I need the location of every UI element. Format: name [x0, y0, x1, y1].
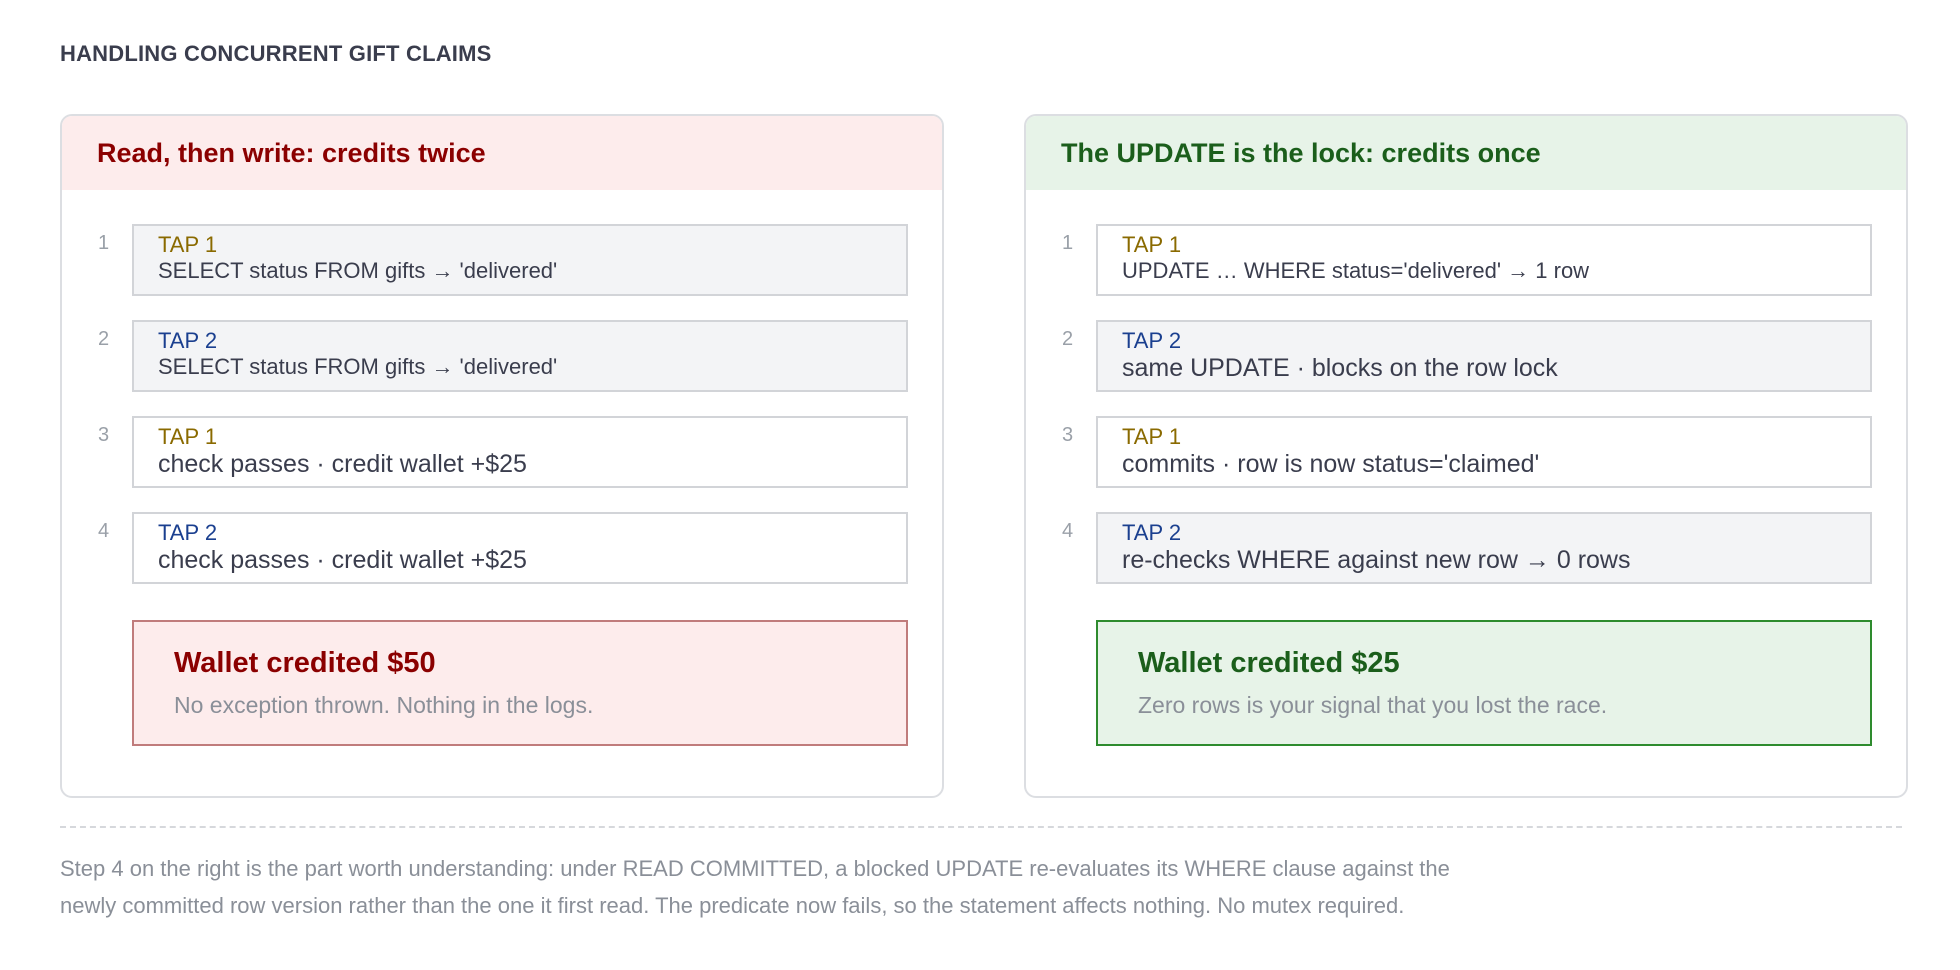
panel-title: The UPDATE is the lock: credits once: [1026, 116, 1906, 190]
step-actor: TAP 2: [1122, 520, 1182, 545]
panel-update-is-lock: The UPDATE is the lock: credits once 1 T…: [1024, 114, 1908, 798]
dashed-divider: [60, 826, 1902, 828]
page-title: HANDLING CONCURRENT GIFT CLAIMS: [60, 41, 492, 66]
result-subtitle: No exception thrown. Nothing in the logs…: [174, 692, 594, 718]
step-text: SELECT status FROM gifts → 'delivered': [158, 258, 558, 283]
step-box: TAP 2 check passes · credit wallet +$25: [132, 512, 908, 584]
step-actor: TAP 1: [1122, 232, 1182, 257]
step-box: TAP 2 re-checks WHERE against new row → …: [1096, 512, 1872, 584]
result-box-good: Wallet credited $25 Zero rows is your si…: [1096, 620, 1872, 746]
page: HANDLING CONCURRENT GIFT CLAIMS Read, th…: [0, 0, 1960, 970]
step-actor: TAP 1: [158, 424, 218, 449]
footnote: Step 4 on the right is the part worth un…: [60, 850, 1760, 924]
step-number: 1: [1062, 232, 1074, 254]
step-number: 4: [98, 520, 110, 542]
panel-read-then-write: Read, then write: credits twice 1 TAP 1 …: [60, 114, 944, 798]
step-number: 3: [1062, 424, 1074, 446]
step-number: 3: [98, 424, 110, 446]
step-box: TAP 1 check passes · credit wallet +$25: [132, 416, 908, 488]
step-text: commits · row is now status='claimed': [1122, 450, 1540, 478]
step-box: TAP 2 same UPDATE · blocks on the row lo…: [1096, 320, 1872, 392]
step-box: TAP 2 SELECT status FROM gifts → 'delive…: [132, 320, 908, 392]
footnote-line: newly committed row version rather than …: [60, 893, 1405, 918]
result-subtitle: Zero rows is your signal that you lost t…: [1138, 692, 1608, 718]
step-actor: TAP 2: [1122, 328, 1182, 353]
step-text: UPDATE … WHERE status='delivered' → 1 ro…: [1122, 258, 1590, 283]
footnote-line: Step 4 on the right is the part worth un…: [60, 856, 1450, 881]
step-box: TAP 1 SELECT status FROM gifts → 'delive…: [132, 224, 908, 296]
step-number: 2: [98, 328, 110, 350]
step-text: re-checks WHERE against new row → 0 rows: [1122, 546, 1631, 574]
step-box: TAP 1 commits · row is now status='claim…: [1096, 416, 1872, 488]
step-actor: TAP 1: [158, 232, 218, 257]
step-number: 4: [1062, 520, 1074, 542]
step-text: same UPDATE · blocks on the row lock: [1122, 354, 1558, 382]
step-number: 1: [98, 232, 110, 254]
step-text: SELECT status FROM gifts → 'delivered': [158, 354, 558, 379]
result-box-bad: Wallet credited $50 No exception thrown.…: [132, 620, 908, 746]
step-number: 2: [1062, 328, 1074, 350]
step-text: check passes · credit wallet +$25: [158, 546, 527, 574]
panel-title: Read, then write: credits twice: [62, 116, 942, 190]
step-box: TAP 1 UPDATE … WHERE status='delivered' …: [1096, 224, 1872, 296]
step-actor: TAP 2: [158, 520, 218, 545]
result-title: Wallet credited $50: [174, 647, 436, 679]
step-actor: TAP 1: [1122, 424, 1182, 449]
step-text: check passes · credit wallet +$25: [158, 450, 527, 478]
result-title: Wallet credited $25: [1138, 647, 1400, 679]
step-actor: TAP 2: [158, 328, 218, 353]
